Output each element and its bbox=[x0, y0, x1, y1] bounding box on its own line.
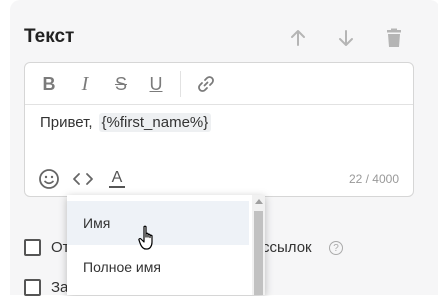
checkbox-2[interactable] bbox=[24, 279, 41, 296]
emoji-button[interactable] bbox=[37, 167, 61, 191]
delete-button[interactable] bbox=[382, 26, 406, 50]
toolbar-divider bbox=[180, 71, 181, 97]
variable-dropdown[interactable]: Имя Полное имя bbox=[67, 195, 265, 295]
italic-button[interactable]: I bbox=[74, 73, 96, 95]
scroll-thumb[interactable] bbox=[254, 211, 263, 295]
message-text: Привет, bbox=[40, 114, 93, 131]
dropdown-item-full-name[interactable]: Полное имя bbox=[67, 245, 249, 289]
char-counter: 22 / 4000 bbox=[348, 172, 399, 186]
dropdown-item-label: Имя bbox=[83, 215, 111, 231]
scroll-up-arrow-icon[interactable] bbox=[255, 199, 263, 204]
text-color-underline bbox=[109, 186, 125, 188]
move-up-button[interactable] bbox=[286, 26, 310, 50]
checkbox-1[interactable] bbox=[24, 239, 41, 256]
variable-chip[interactable]: {%first_name%} bbox=[98, 113, 212, 132]
checkbox-1-label-end: ссылок bbox=[262, 239, 312, 256]
code-button[interactable] bbox=[71, 167, 95, 191]
checkbox-row-1[interactable]: От bbox=[24, 239, 70, 256]
text-color-icon: A bbox=[111, 169, 123, 186]
section-title: Текст bbox=[24, 26, 75, 47]
dropdown-item-label: Полное имя bbox=[83, 259, 161, 275]
trash-icon bbox=[387, 28, 401, 47]
bold-button[interactable]: B bbox=[38, 73, 60, 95]
emoji-icon bbox=[39, 169, 59, 189]
help-icon[interactable]: ? bbox=[329, 241, 343, 255]
text-color-button[interactable]: A bbox=[105, 167, 129, 191]
checkbox-row-2[interactable]: За bbox=[24, 279, 68, 296]
editor-toolbar: B I S U bbox=[25, 63, 413, 105]
checkbox-2-label-start: За bbox=[51, 279, 69, 296]
link-icon bbox=[198, 76, 214, 92]
text-editor[interactable]: B I S U Привет, {%first_name%} A 22 / 40… bbox=[24, 62, 414, 197]
code-icon bbox=[73, 173, 93, 185]
move-down-button[interactable] bbox=[334, 26, 358, 50]
arrow-down-icon bbox=[339, 30, 353, 46]
link-button[interactable] bbox=[195, 73, 217, 95]
underline-button[interactable]: U bbox=[145, 73, 167, 95]
editor-content[interactable]: Привет, {%first_name%} bbox=[40, 113, 212, 132]
dropdown-scrollbar[interactable] bbox=[252, 195, 265, 295]
strikethrough-button[interactable]: S bbox=[110, 73, 132, 95]
hand-pointer-icon bbox=[138, 225, 153, 250]
arrow-up-icon bbox=[291, 30, 305, 46]
